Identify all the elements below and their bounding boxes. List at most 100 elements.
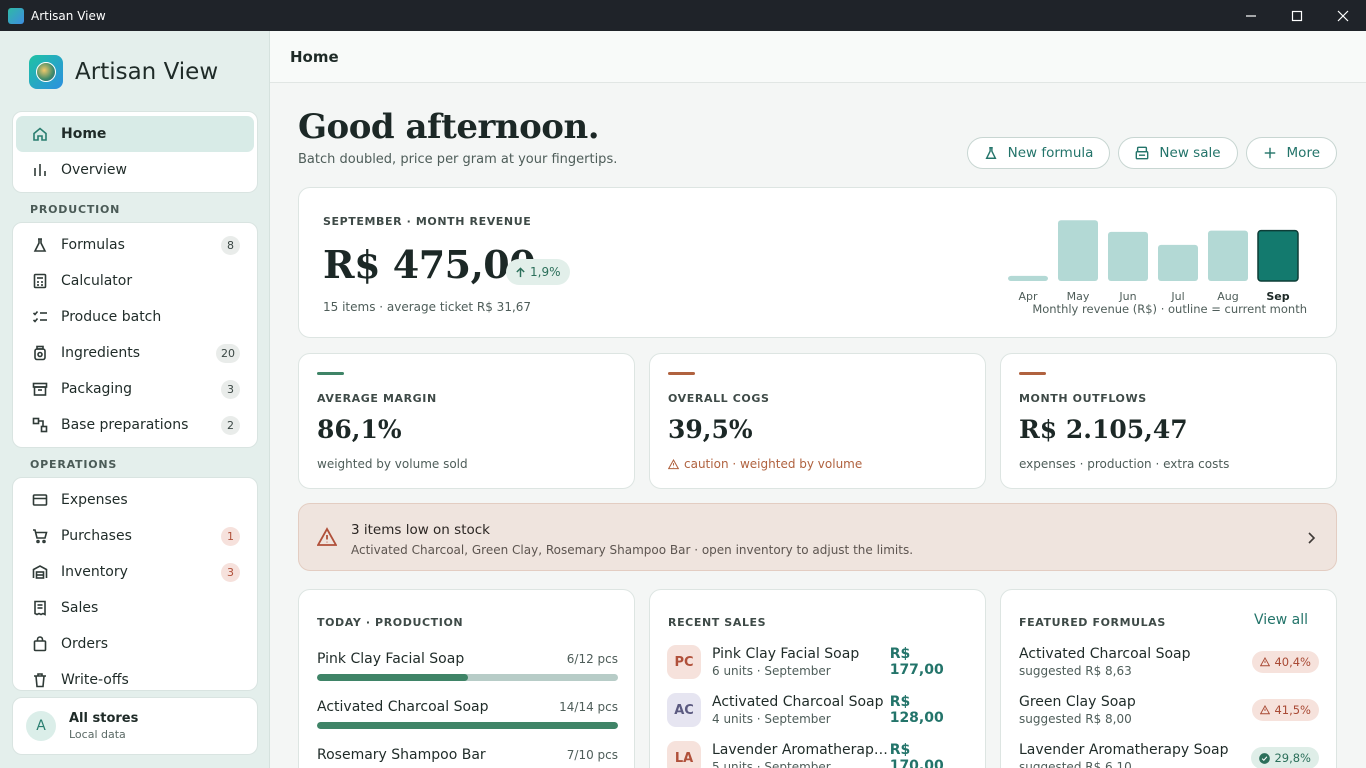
quick-actions: New formula New sale More [966,137,1337,169]
sidebar-item-formulas[interactable]: Formulas 8 [16,227,254,263]
production-qty: 7/10 pcs [566,748,618,762]
cart-icon [31,527,49,545]
button-label: New formula [1007,145,1094,161]
count-badge: 3 [221,562,240,582]
sidebar-item-inventory[interactable]: Inventory 3 [16,554,254,590]
kpi-accent [668,372,695,375]
production-row[interactable]: Activated Charcoal Soap 14/14 pcs [317,699,618,729]
window-titlebar: Artisan View [0,0,1366,31]
formula-name: Activated Charcoal Soap [1019,646,1191,662]
sidebar: Artisan View Home Overview PRODUCTION Fo… [0,31,270,768]
sidebar-item-produce-batch[interactable]: Produce batch [16,299,254,335]
sidebar-item-ingredients[interactable]: Ingredients 20 [16,335,254,371]
cogs-badge: 40,4% [1252,651,1319,673]
new-sale-button[interactable]: New sale [1118,137,1238,169]
maximize-icon[interactable] [1274,0,1320,31]
calculator-icon [31,272,49,290]
formula-name: Green Clay Soap [1019,694,1136,710]
window-controls [1228,0,1366,31]
view-all-link[interactable]: View all [1254,612,1308,628]
cogs-badge: 41,5% [1252,699,1319,721]
production-row[interactable]: Pink Clay Facial Soap 6/12 pcs [317,651,618,681]
brand[interactable]: Artisan View [29,55,218,89]
sidebar-item-label: Produce batch [61,309,162,325]
kpi-accent [1019,372,1046,375]
kpi-subtitle: caution · weighted by volume [668,457,862,471]
new-formula-button[interactable]: New formula [966,137,1111,169]
chart-bar-may [1058,220,1098,281]
sidebar-item-label: Formulas [61,237,125,253]
button-label: More [1286,145,1320,161]
flask-icon [985,147,997,159]
more-button[interactable]: More [1245,137,1337,169]
sidebar-item-purchases[interactable]: Purchases 1 [16,518,254,554]
sidebar-item-packaging[interactable]: Packaging 3 [16,371,254,407]
badge-value: 41,5% [1274,703,1311,717]
production-row[interactable]: Rosemary Shampoo Bar 7/10 pcs [317,747,618,768]
formula-row[interactable]: Green Clay Soap suggested R$ 8,00 41,5% [1019,690,1319,730]
sidebar-item-sales[interactable]: Sales [16,590,254,626]
page-title: Home [290,47,339,66]
sidebar-item-calculator[interactable]: Calculator [16,263,254,299]
section-label-operations: OPERATIONS [30,458,118,471]
chart-caption: Monthly revenue (R$) · outline = current… [1032,302,1307,316]
close-icon[interactable] [1320,0,1366,31]
sale-row[interactable]: PC Pink Clay Facial Soap 6 units · Septem… [667,642,969,682]
production-qty: 14/14 pcs [559,700,618,714]
section-label-production: PRODUCTION [30,203,121,216]
main-content: Home Good afternoon. Batch doubled, pric… [270,31,1366,768]
home-icon [31,125,49,143]
sidebar-item-label: Orders [61,636,109,652]
sidebar-item-orders[interactable]: Orders [16,626,254,662]
trash-icon [31,671,49,689]
kpi-label: OVERALL COGS [668,392,770,405]
chart-bar-apr [1008,275,1048,281]
sale-amount: R$ 128,00 [889,694,944,726]
warning-icon [1260,657,1271,667]
sidebar-item-home[interactable]: Home [16,116,254,152]
sale-row[interactable]: AC Activated Charcoal Soap 4 units · Sept… [667,690,969,730]
kpi-month-outflows[interactable]: MONTH OUTFLOWS R$ 2.105,47 expenses · pr… [1000,353,1337,489]
plus-icon [1264,147,1275,159]
kpi-accent [317,372,344,375]
formula-suggested-price: suggested R$ 8,63 [1019,664,1132,678]
revenue-card[interactable]: SEPTEMBER · MONTH REVENUE R$ 475,00 1,9%… [298,187,1337,338]
sidebar-item-label: Ingredients [61,345,140,361]
sale-row[interactable]: LA Lavender Aromatherapy Soap 5 units · S… [667,738,969,768]
sidebar-item-label: Calculator [61,273,133,289]
alert-subtitle: Activated Charcoal, Green Clay, Rosemary… [351,543,914,557]
app-icon [8,7,24,24]
nav-production: Formulas 8 Calculator Produce batch Ingr… [12,222,258,448]
store-switcher[interactable]: A All stores Local data [12,697,258,755]
sidebar-item-label: Base preparations [61,417,189,433]
sidebar-item-label: Sales [61,600,99,616]
cogs-badge: 29,8% [1251,747,1319,768]
formula-row[interactable]: Activated Charcoal Soap suggested R$ 8,63… [1019,642,1319,682]
sale-name: Pink Clay Facial Soap [712,646,860,662]
production-name: Pink Clay Facial Soap [317,651,465,667]
kpi-average-margin[interactable]: AVERAGE MARGIN 86,1% weighted by volume … [298,353,635,489]
production-name: Activated Charcoal Soap [317,699,489,715]
avatar: A [26,711,56,741]
sidebar-item-write-offs[interactable]: Write-offs [16,662,254,690]
formula-suggested-price: suggested R$ 6,10 [1019,760,1132,768]
badge-value: 40,4% [1274,655,1311,669]
sidebar-item-base-preparations[interactable]: Base preparations 2 [16,407,254,443]
card-icon [31,491,49,509]
nav-operations: Expenses Purchases 1 Inventory 3 Sales O… [12,477,258,691]
chart-bar-sep [1257,229,1299,282]
sidebar-item-label: Expenses [61,492,128,508]
sidebar-item-expenses[interactable]: Expenses [16,482,254,518]
kpi-value: R$ 2.105,47 [1019,415,1188,444]
store-name: All stores [69,711,139,726]
sidebar-item-label: Packaging [61,381,133,397]
production-qty: 6/12 pcs [566,652,618,666]
card-title: FEATURED FORMULAS [1019,616,1166,629]
revenue-eyebrow: SEPTEMBER · MONTH REVENUE [323,215,532,228]
formula-row[interactable]: Lavender Aromatherapy Soap suggested R$ 6… [1019,738,1319,768]
sidebar-item-overview[interactable]: Overview [16,152,254,188]
kpi-overall-cogs[interactable]: OVERALL COGS 39,5% caution · weighted by… [649,353,986,489]
minimize-icon[interactable] [1228,0,1274,31]
low-stock-alert[interactable]: 3 items low on stock Activated Charcoal,… [298,503,1337,571]
warning-icon [1260,705,1271,715]
